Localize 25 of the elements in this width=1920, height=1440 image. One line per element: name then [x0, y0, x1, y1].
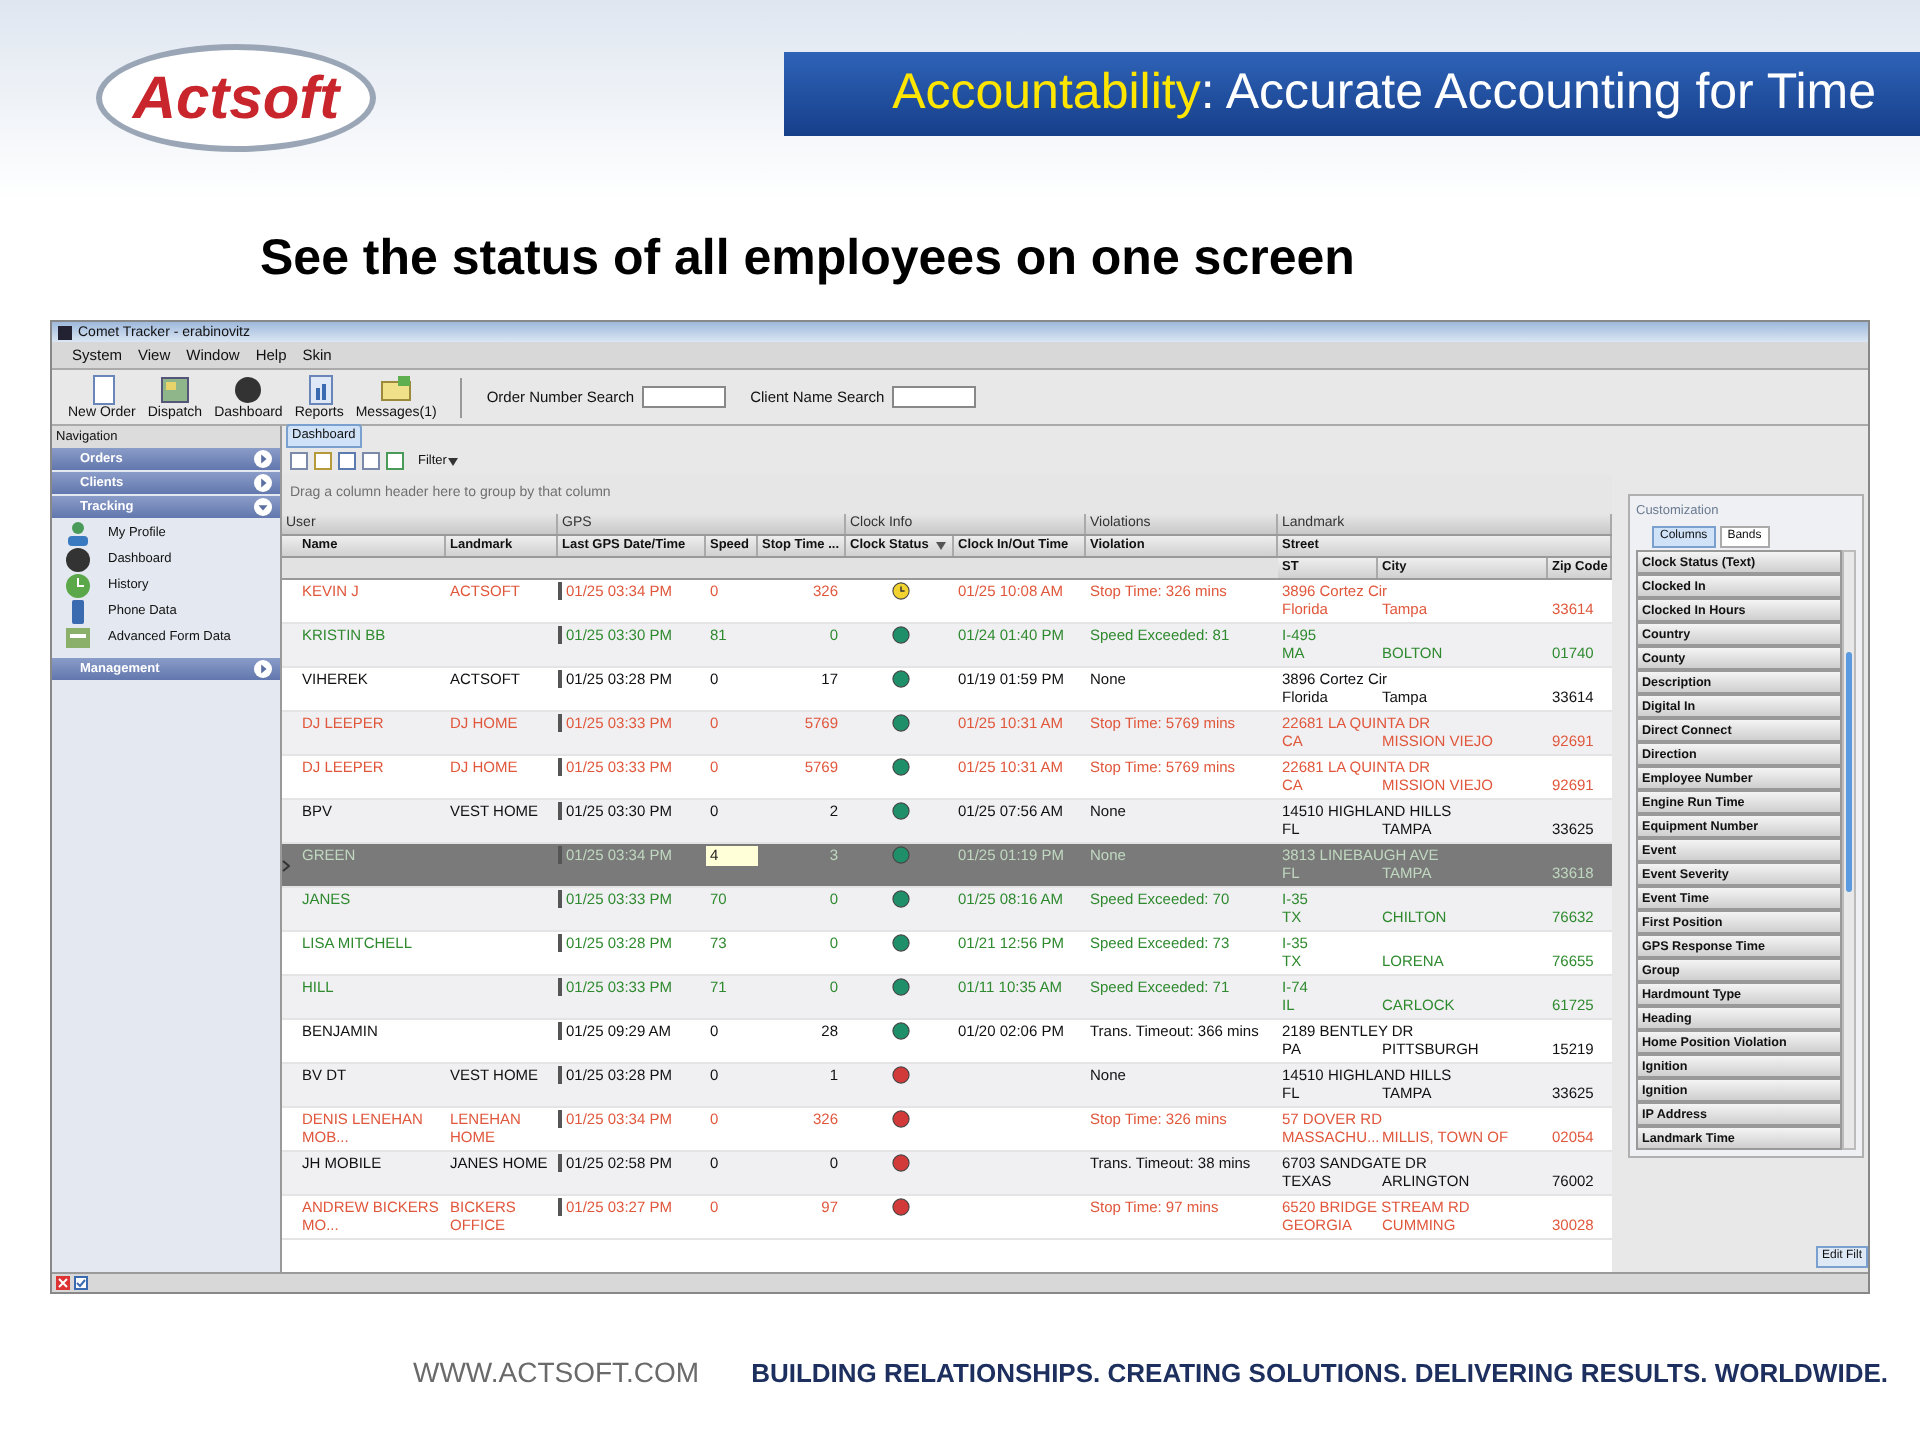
picture-icon	[158, 373, 191, 405]
website-url: WWW.ACTSOFT.COM	[413, 1354, 700, 1392]
tagline: BUILDING RELATIONSHIPS. CREATING SOLUTIONS. DELIVERING RESULTS. WORLDWIDE.	[751, 1355, 1888, 1392]
close-icon[interactable]	[56, 1276, 70, 1290]
report-icon	[303, 373, 336, 405]
clock-icon	[64, 571, 92, 599]
logo: Actsoft	[96, 44, 376, 152]
expand-icon[interactable]	[254, 474, 272, 492]
person-icon	[64, 519, 92, 547]
sort-icon	[936, 542, 947, 550]
scrollbar[interactable]	[1842, 549, 1856, 1150]
form-icon	[64, 623, 92, 651]
expand-icon[interactable]	[254, 450, 272, 468]
caret-icon	[448, 457, 459, 465]
checkbox-icon[interactable]	[74, 1276, 88, 1290]
slide-heading: See the status of all employees on one screen	[260, 228, 1355, 291]
ball-icon	[64, 545, 92, 573]
title-banner: Accountability: Accurate Accounting for Time	[784, 52, 1920, 136]
row-pointer-icon	[282, 860, 290, 872]
search-field[interactable]	[892, 386, 977, 408]
scroll-thumb[interactable]	[1846, 651, 1852, 892]
collapse-icon[interactable]	[254, 498, 272, 516]
ball-icon	[232, 373, 265, 405]
search-field[interactable]	[642, 386, 727, 408]
expand-icon[interactable]	[254, 660, 272, 678]
